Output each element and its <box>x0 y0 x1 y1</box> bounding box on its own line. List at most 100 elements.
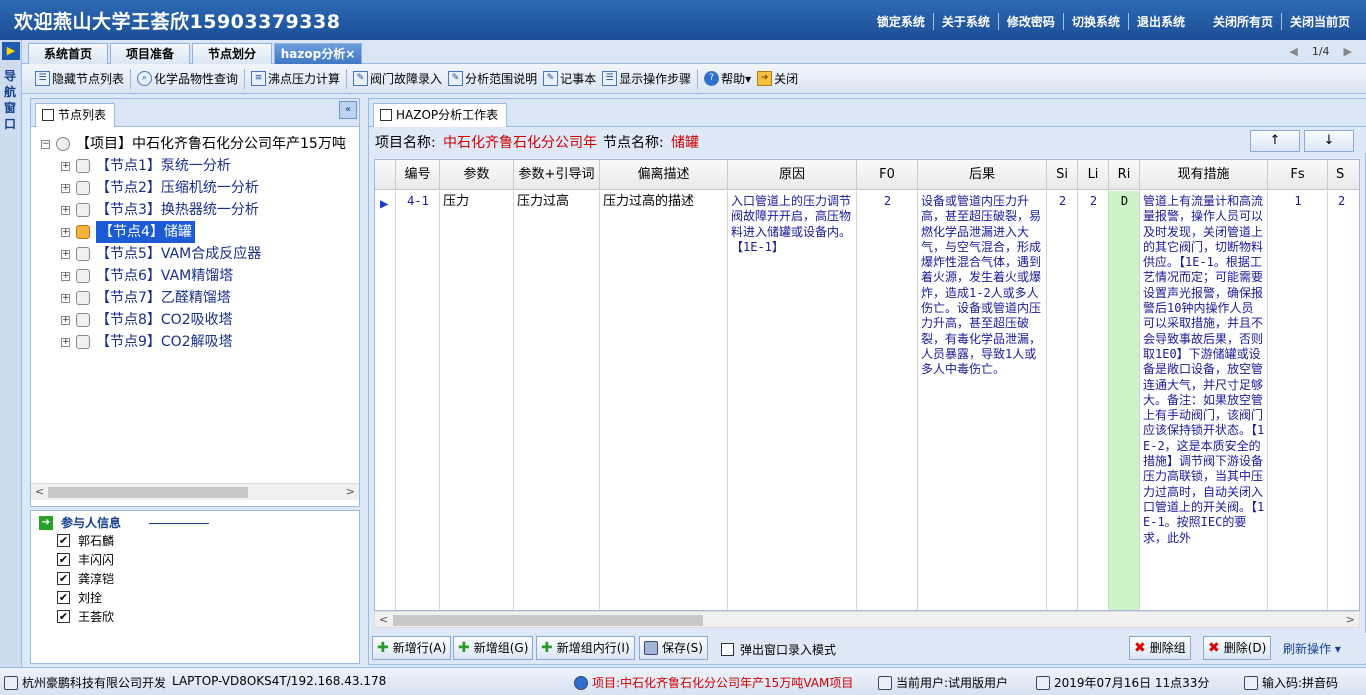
tree-root[interactable]: − 【项目】中石化齐鲁石化分公司年产15万吨 <box>41 133 346 155</box>
add-row-button[interactable]: ✚ 新增行(A) <box>372 636 452 660</box>
header-s[interactable]: S <box>1328 160 1359 190</box>
tab-close-icon[interactable]: × <box>345 47 355 61</box>
participant-checkbox[interactable]: ✔ <box>57 610 70 623</box>
participant-row[interactable]: ✔ 郭石麟 <box>57 531 114 550</box>
close-all-pages-link[interactable]: 关闭所有页 <box>1205 13 1281 30</box>
cell-param[interactable]: 压力 <box>440 191 514 610</box>
move-down-button[interactable]: ↓ <box>1304 130 1354 152</box>
cell-param-guide[interactable]: 压力过高 <box>514 191 600 610</box>
worksheet-tab[interactable]: HAZOP分析工作表 <box>373 103 508 127</box>
expand-toggle-icon[interactable]: + <box>61 315 70 325</box>
cell-cause[interactable]: 入口管道上的压力调节阀故障开开启，高压物料进入储罐或设备内。【1E-1】 <box>728 191 857 610</box>
refresh-menu-button[interactable]: 刷新操作 ▾ <box>1283 640 1341 657</box>
tree-node[interactable]: + 【节点1】泵统一分析 <box>61 155 231 177</box>
participant-checkbox[interactable]: ✔ <box>57 572 70 585</box>
navigation-strip[interactable]: ▶ 导航窗口 <box>0 40 22 667</box>
boiling-pressure-button[interactable]: ≡ 沸点压力计算 <box>248 68 343 90</box>
valve-fault-button[interactable]: ✎ 阀门故障录入 <box>350 68 445 90</box>
add-group-button[interactable]: ✚ 新增组(G) <box>453 636 534 660</box>
expand-toggle-icon[interactable]: + <box>61 183 70 193</box>
expand-toggle-icon[interactable]: + <box>61 249 70 259</box>
participant-checkbox[interactable]: ✔ <box>57 534 70 547</box>
participant-row[interactable]: ✔ 刘拴 <box>57 588 102 607</box>
tree-node-label[interactable]: 【节点9】CO2解吸塔 <box>96 331 233 353</box>
expand-toggle-icon[interactable]: + <box>61 227 70 237</box>
change-password-link[interactable]: 修改密码 <box>997 13 1063 30</box>
header-f0[interactable]: F0 <box>857 160 918 190</box>
add-in-group-button[interactable]: ✚ 新增组内行(I) <box>536 636 635 660</box>
grid-horizontal-scrollbar[interactable]: < > <box>374 611 1360 628</box>
cell-s[interactable]: 2 <box>1328 191 1359 610</box>
expand-toggle-icon[interactable]: + <box>61 161 70 171</box>
move-up-button[interactable]: ↑ <box>1250 130 1300 152</box>
participant-row[interactable]: ✔ 王荟欣 <box>57 607 114 626</box>
tree-node-selected[interactable]: + 【节点4】储罐 <box>61 221 195 243</box>
node-list-tab[interactable]: 节点列表 <box>35 103 116 127</box>
scroll-left-icon[interactable]: < <box>35 485 44 498</box>
expand-toggle-icon[interactable]: + <box>61 337 70 347</box>
tree-node[interactable]: + 【节点8】CO2吸收塔 <box>61 309 233 331</box>
popup-mode-checkbox[interactable] <box>721 643 734 656</box>
tree-node-label[interactable]: 【节点2】压缩机统一分析 <box>96 177 259 199</box>
collapse-panel-icon[interactable]: « <box>339 101 357 119</box>
header-param-guide[interactable]: 参数+引导词 <box>514 160 600 190</box>
participant-row[interactable]: ✔ 丰闪闪 <box>57 550 114 569</box>
tree-node-label[interactable]: 【节点1】泵统一分析 <box>96 155 231 177</box>
about-system-link[interactable]: 关于系统 <box>932 13 998 30</box>
delete-button[interactable]: ✖ 删除(D) <box>1203 636 1272 660</box>
cell-f0[interactable]: 2 <box>857 191 918 610</box>
header-consequence[interactable]: 后果 <box>918 160 1047 190</box>
delete-group-button[interactable]: ✖ 删除组 <box>1129 636 1191 660</box>
header-measures[interactable]: 现有措施 <box>1140 160 1268 190</box>
tree-node-label[interactable]: 【节点5】VAM合成反应器 <box>96 243 261 265</box>
exit-system-link[interactable]: 退出系统 <box>1127 13 1193 30</box>
tab-project-prep[interactable]: 项目准备 <box>110 43 190 64</box>
popup-mode-toggle[interactable]: 弹出窗口录入模式 <box>721 641 836 658</box>
tree-node-label[interactable]: 【节点8】CO2吸收塔 <box>96 309 233 331</box>
tree-node-label[interactable]: 【节点4】储罐 <box>96 221 195 243</box>
help-menu-button[interactable]: ? 帮助▾ <box>701 68 754 90</box>
analysis-scope-button[interactable]: ✎ 分析范围说明 <box>445 68 540 90</box>
tree-horizontal-scrollbar[interactable]: < > <box>31 483 359 500</box>
chemical-query-button[interactable]: ⌕ 化学品物性查询 <box>134 68 241 90</box>
pager-next-icon[interactable]: ▶ <box>1344 45 1352 58</box>
nav-window-label[interactable]: 导航窗口 <box>4 68 18 132</box>
scroll-right-icon[interactable]: > <box>346 485 355 498</box>
expand-nav-icon[interactable]: ▶ <box>2 42 20 60</box>
tab-hazop-analysis[interactable]: hazop分析× <box>274 43 362 64</box>
header-id[interactable]: 编号 <box>396 160 440 190</box>
participant-checkbox[interactable]: ✔ <box>57 553 70 566</box>
tree-root-label[interactable]: 【项目】中石化齐鲁石化分公司年产15万吨 <box>76 133 346 155</box>
row-marker-icon[interactable]: ▶ <box>375 191 396 610</box>
header-param[interactable]: 参数 <box>440 160 514 190</box>
participant-row[interactable]: ✔ 龚淳铠 <box>57 569 114 588</box>
tree-node[interactable]: + 【节点5】VAM合成反应器 <box>61 243 261 265</box>
cell-li[interactable]: 2 <box>1078 191 1109 610</box>
switch-system-link[interactable]: 切换系统 <box>1062 13 1128 30</box>
tab-system-home[interactable]: 系统首页 <box>28 43 108 64</box>
notepad-button[interactable]: ✎ 记事本 <box>540 68 599 90</box>
tree-node-label[interactable]: 【节点6】VAM精馏塔 <box>96 265 233 287</box>
header-cause[interactable]: 原因 <box>728 160 857 190</box>
expand-toggle-icon[interactable]: + <box>61 293 70 303</box>
header-deviation[interactable]: 偏离描述 <box>600 160 728 190</box>
cell-measures[interactable]: 管道上有流量计和高流量报警，操作人员可以及时发现，关闭管道上的其它阀门，切断物料… <box>1140 191 1268 610</box>
lock-system-link[interactable]: 锁定系统 <box>869 13 933 30</box>
grid-scroll-thumb[interactable] <box>393 615 703 626</box>
header-li[interactable]: Li <box>1078 160 1109 190</box>
close-current-page-link[interactable]: 关闭当前页 <box>1280 13 1358 30</box>
expand-toggle-icon[interactable]: + <box>61 205 70 215</box>
tree-node[interactable]: + 【节点6】VAM精馏塔 <box>61 265 233 287</box>
scroll-thumb[interactable] <box>48 487 248 498</box>
tree-node[interactable]: + 【节点2】压缩机统一分析 <box>61 177 259 199</box>
header-fs[interactable]: Fs <box>1268 160 1328 190</box>
header-ri[interactable]: Ri <box>1109 160 1140 190</box>
tree-node-label[interactable]: 【节点3】换热器统一分析 <box>96 199 259 221</box>
tree-node[interactable]: + 【节点9】CO2解吸塔 <box>61 331 233 353</box>
hide-node-list-button[interactable]: ☰ 隐藏节点列表 <box>32 68 127 90</box>
expand-toggle-icon[interactable]: + <box>61 271 70 281</box>
save-button[interactable]: 保存(S) <box>639 636 708 660</box>
tab-node-division[interactable]: 节点划分 <box>192 43 272 64</box>
close-button[interactable]: ➜ 关闭 <box>754 68 801 90</box>
cell-consequence[interactable]: 设备或管道内压力升高，甚至超压破裂，易燃化学品泄漏进入大气，与空气混合，形成爆炸… <box>918 191 1047 610</box>
